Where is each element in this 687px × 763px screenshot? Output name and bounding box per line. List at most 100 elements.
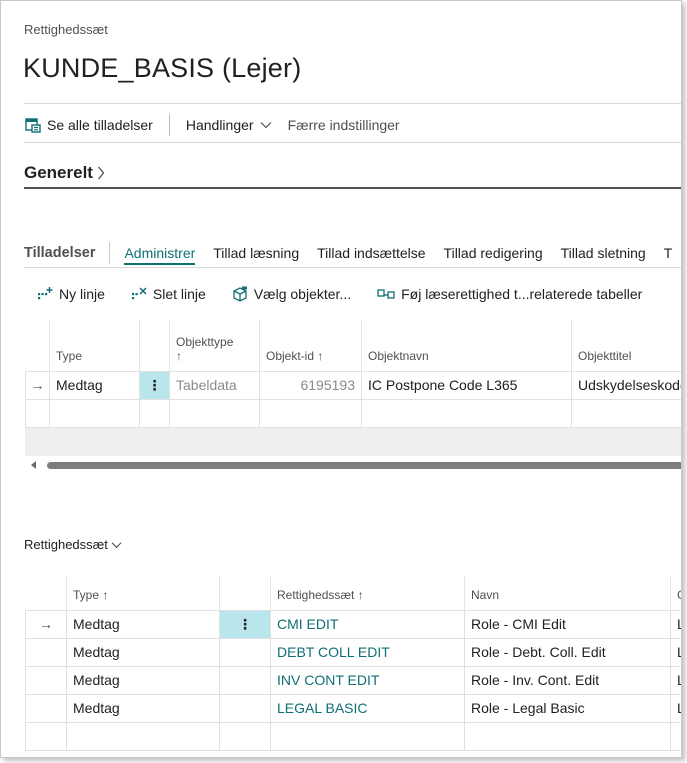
page-title: KUNDE_BASIS (Lejer) [23,53,302,83]
divider [24,267,681,268]
table-row[interactable]: → Medtag ⋮ Tabeldata 6195193 IC Postpone… [25,370,681,400]
table-row[interactable]: Medtag INV CONT EDIT Role - Inv. Cont. E… [25,665,681,695]
general-section-underline [24,187,681,189]
tab-allow-read[interactable]: Tillad læsning [213,245,299,261]
window-frame: Rettighedssæt KUNDE_BASIS (Lejer) Se all… [0,0,682,758]
name-cell: Role - Legal Basic [464,693,671,723]
name-cell: Role - CMI Edit [464,609,671,639]
column-header-object-name[interactable]: Objektnavn [361,319,572,371]
actions-menu-button[interactable]: Handlinger [186,113,272,137]
name-cell: Role - Inv. Cont. Edit [464,665,671,695]
actions-menu-label: Handlinger [185,117,254,133]
action-bar: Se alle tilladelser Handlinger Færre ind… [25,113,400,137]
chevron-down-icon [111,541,122,548]
general-section-header[interactable]: Generelt [24,163,105,183]
select-objects-button[interactable]: Vælg objekter... [232,286,351,302]
type-cell[interactable]: Medtag [49,370,140,400]
permissions-toolbar: Ny linje Slet linje Vælg objekter... Føj… [37,283,668,305]
breadcrumb[interactable]: Rettighedssæt [24,22,108,37]
row-actions-cell[interactable] [219,665,271,695]
new-line-icon [38,287,53,300]
delete-line-button[interactable]: Slet linje [131,286,206,302]
scrollbar-thumb[interactable] [47,462,681,469]
object-caption-cell: Udskydelseskode [571,370,681,400]
tab-more[interactable]: T [664,245,673,261]
row-arrow-cell [25,693,67,723]
table-row[interactable]: Medtag DEBT COLL EDIT Role - Debt. Coll.… [25,637,681,667]
see-all-permissions-label: Se alle tilladelser [47,117,153,133]
permissions-tab-row: Tilladelser Administrer Tillad læsning T… [24,242,681,265]
tab-allow-modify[interactable]: Tillad redigering [444,245,543,261]
general-section-title: Generelt [24,163,93,182]
permission-set-link[interactable]: DEBT COLL EDIT [270,637,465,667]
permissions-table: Type Objekttype ↑ Objekt-id ↑ Objektnavn… [25,319,681,428]
extra-cell: L [670,665,681,695]
permission-set-link[interactable]: CMI EDIT [270,609,465,639]
select-objects-label: Vælg objekter... [253,286,352,302]
chevron-right-icon [97,166,105,180]
column-header-object-id[interactable]: Objekt-id ↑ [259,319,362,371]
type-cell[interactable]: Medtag [66,609,220,639]
new-line-label: Ny linje [59,286,105,302]
delete-line-label: Slet linje [152,286,206,302]
name-cell: Role - Debt. Coll. Edit [464,637,671,667]
table-row[interactable]: → Medtag ⋮ CMI EDIT Role - CMI Edit L [25,609,681,639]
row-actions-cell[interactable] [219,693,271,723]
object-type-cell[interactable]: Tabeldata [169,370,260,400]
permission-sets-title: Rettighedssæt [24,537,108,552]
object-id-cell[interactable]: 6195193 [259,370,362,400]
column-header-type[interactable]: Type [49,319,140,371]
permission-set-link[interactable]: INV CONT EDIT [270,665,465,695]
permissions-title: Tilladelser [24,245,96,261]
related-tables-icon [377,289,395,299]
permission-sets-section-header[interactable]: Rettighedssæt [24,537,122,552]
add-read-permission-button[interactable]: Føj læserettighed t...relaterede tabelle… [377,286,642,302]
object-name-cell: IC Postpone Code L365 [361,370,572,400]
fewer-settings-button[interactable]: Færre indstillinger [288,113,400,137]
row-arrow-cell [25,637,67,667]
tabs-separator [109,242,111,264]
sort-ascending-icon: ↑ [176,348,182,363]
see-all-permissions-button[interactable]: Se alle tilladelser [25,113,153,137]
chevron-down-icon [260,122,271,129]
extra-cell: L [670,693,681,723]
extra-cell: L [670,637,681,667]
table-footer [25,428,681,456]
extra-cell: L [670,609,681,639]
type-cell[interactable]: Medtag [66,693,220,723]
scroll-left-icon[interactable] [31,461,36,469]
permission-set-link[interactable]: LEGAL BASIC [270,693,465,723]
select-objects-icon [233,286,247,302]
column-header-extra[interactable]: C [670,576,681,610]
tab-allow-delete[interactable]: Tillad sletning [561,245,646,261]
column-header-permission-set[interactable]: Rettighedssæt ↑ [270,576,465,610]
row-arrow-cell [25,665,67,695]
table-row[interactable]: Medtag LEGAL BASIC Role - Legal Basic L [25,693,681,723]
row-actions-cell[interactable] [219,637,271,667]
add-read-permission-label: Føj læserettighed t...relaterede tabelle… [401,286,643,302]
tab-administrer[interactable]: Administrer [124,245,196,265]
type-cell[interactable]: Medtag [66,665,220,695]
delete-line-icon [131,287,147,300]
tab-allow-insert[interactable]: Tillad indsættelse [317,245,425,261]
fewer-settings-label: Færre indstillinger [287,117,400,133]
permission-sets-table: Type ↑ Rettighedssæt ↑ Navn C → Medtag ⋮… [25,576,681,751]
new-line-button[interactable]: Ny linje [37,286,105,302]
row-selected-arrow-icon: → [25,609,67,639]
column-header-object-caption[interactable]: Objekttitel [571,319,681,371]
divider [24,103,681,104]
column-header-object-type[interactable]: Objekttype ↑ [169,319,260,371]
divider [24,142,681,143]
row-actions-menu-icon[interactable]: ⋮ [219,609,271,639]
row-selected-arrow-icon: → [25,370,50,400]
column-header-name[interactable]: Navn [464,576,671,610]
table-row-empty[interactable] [25,398,681,428]
column-header-type[interactable]: Type ↑ [66,576,220,610]
action-separator [168,114,170,136]
permissions-list-icon [25,118,41,133]
row-actions-menu-icon[interactable]: ⋮ [139,370,170,400]
horizontal-scrollbar[interactable] [25,457,681,473]
column-header-object-type-label: Objekttype [176,334,234,349]
type-cell[interactable]: Medtag [66,637,220,667]
table-row-empty[interactable] [25,721,681,751]
